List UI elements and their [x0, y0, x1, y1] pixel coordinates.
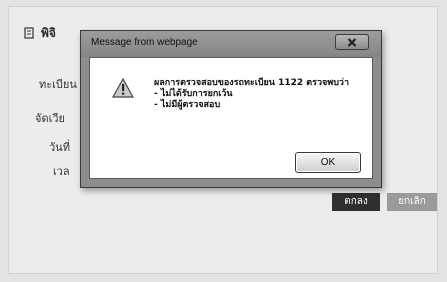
cancel-button[interactable]: ยกเลิก — [387, 193, 437, 211]
form-label-route: จัดเวีย — [35, 112, 65, 125]
dialog-title: Message from webpage — [91, 37, 198, 48]
message-dialog: Message from webpage ผลการตรวจสอบของรถทะ… — [80, 30, 382, 188]
message-line: - ไม่มีผู้ตรวจสอบ — [154, 100, 221, 110]
form-label-registration: ทะเบียน — [39, 78, 77, 91]
confirm-button[interactable]: ตกลง — [332, 193, 380, 211]
document-icon — [23, 27, 35, 39]
form-label-time: เวล — [53, 165, 70, 178]
message-line: - ไม่ได้รับการยกเว้น — [154, 89, 233, 99]
ok-button[interactable]: OK — [295, 152, 361, 173]
message-line: ผลการตรวจสอบของรถทะเบียน 1122 ตรวจพบว่า — [154, 78, 350, 88]
warning-icon — [111, 77, 135, 98]
form-label-date: วันที่ — [49, 141, 70, 154]
page-header: พิจิ — [23, 23, 56, 43]
dialog-message: ผลการตรวจสอบของรถทะเบียน 1122 ตรวจพบว่า … — [154, 78, 362, 111]
dialog-close-button[interactable] — [335, 34, 369, 50]
dialog-body: ผลการตรวจสอบของรถทะเบียน 1122 ตรวจพบว่า … — [89, 57, 373, 179]
page-title: พิจิ — [41, 25, 56, 40]
dialog-titlebar[interactable]: Message from webpage — [81, 31, 381, 57]
close-icon — [347, 35, 357, 50]
